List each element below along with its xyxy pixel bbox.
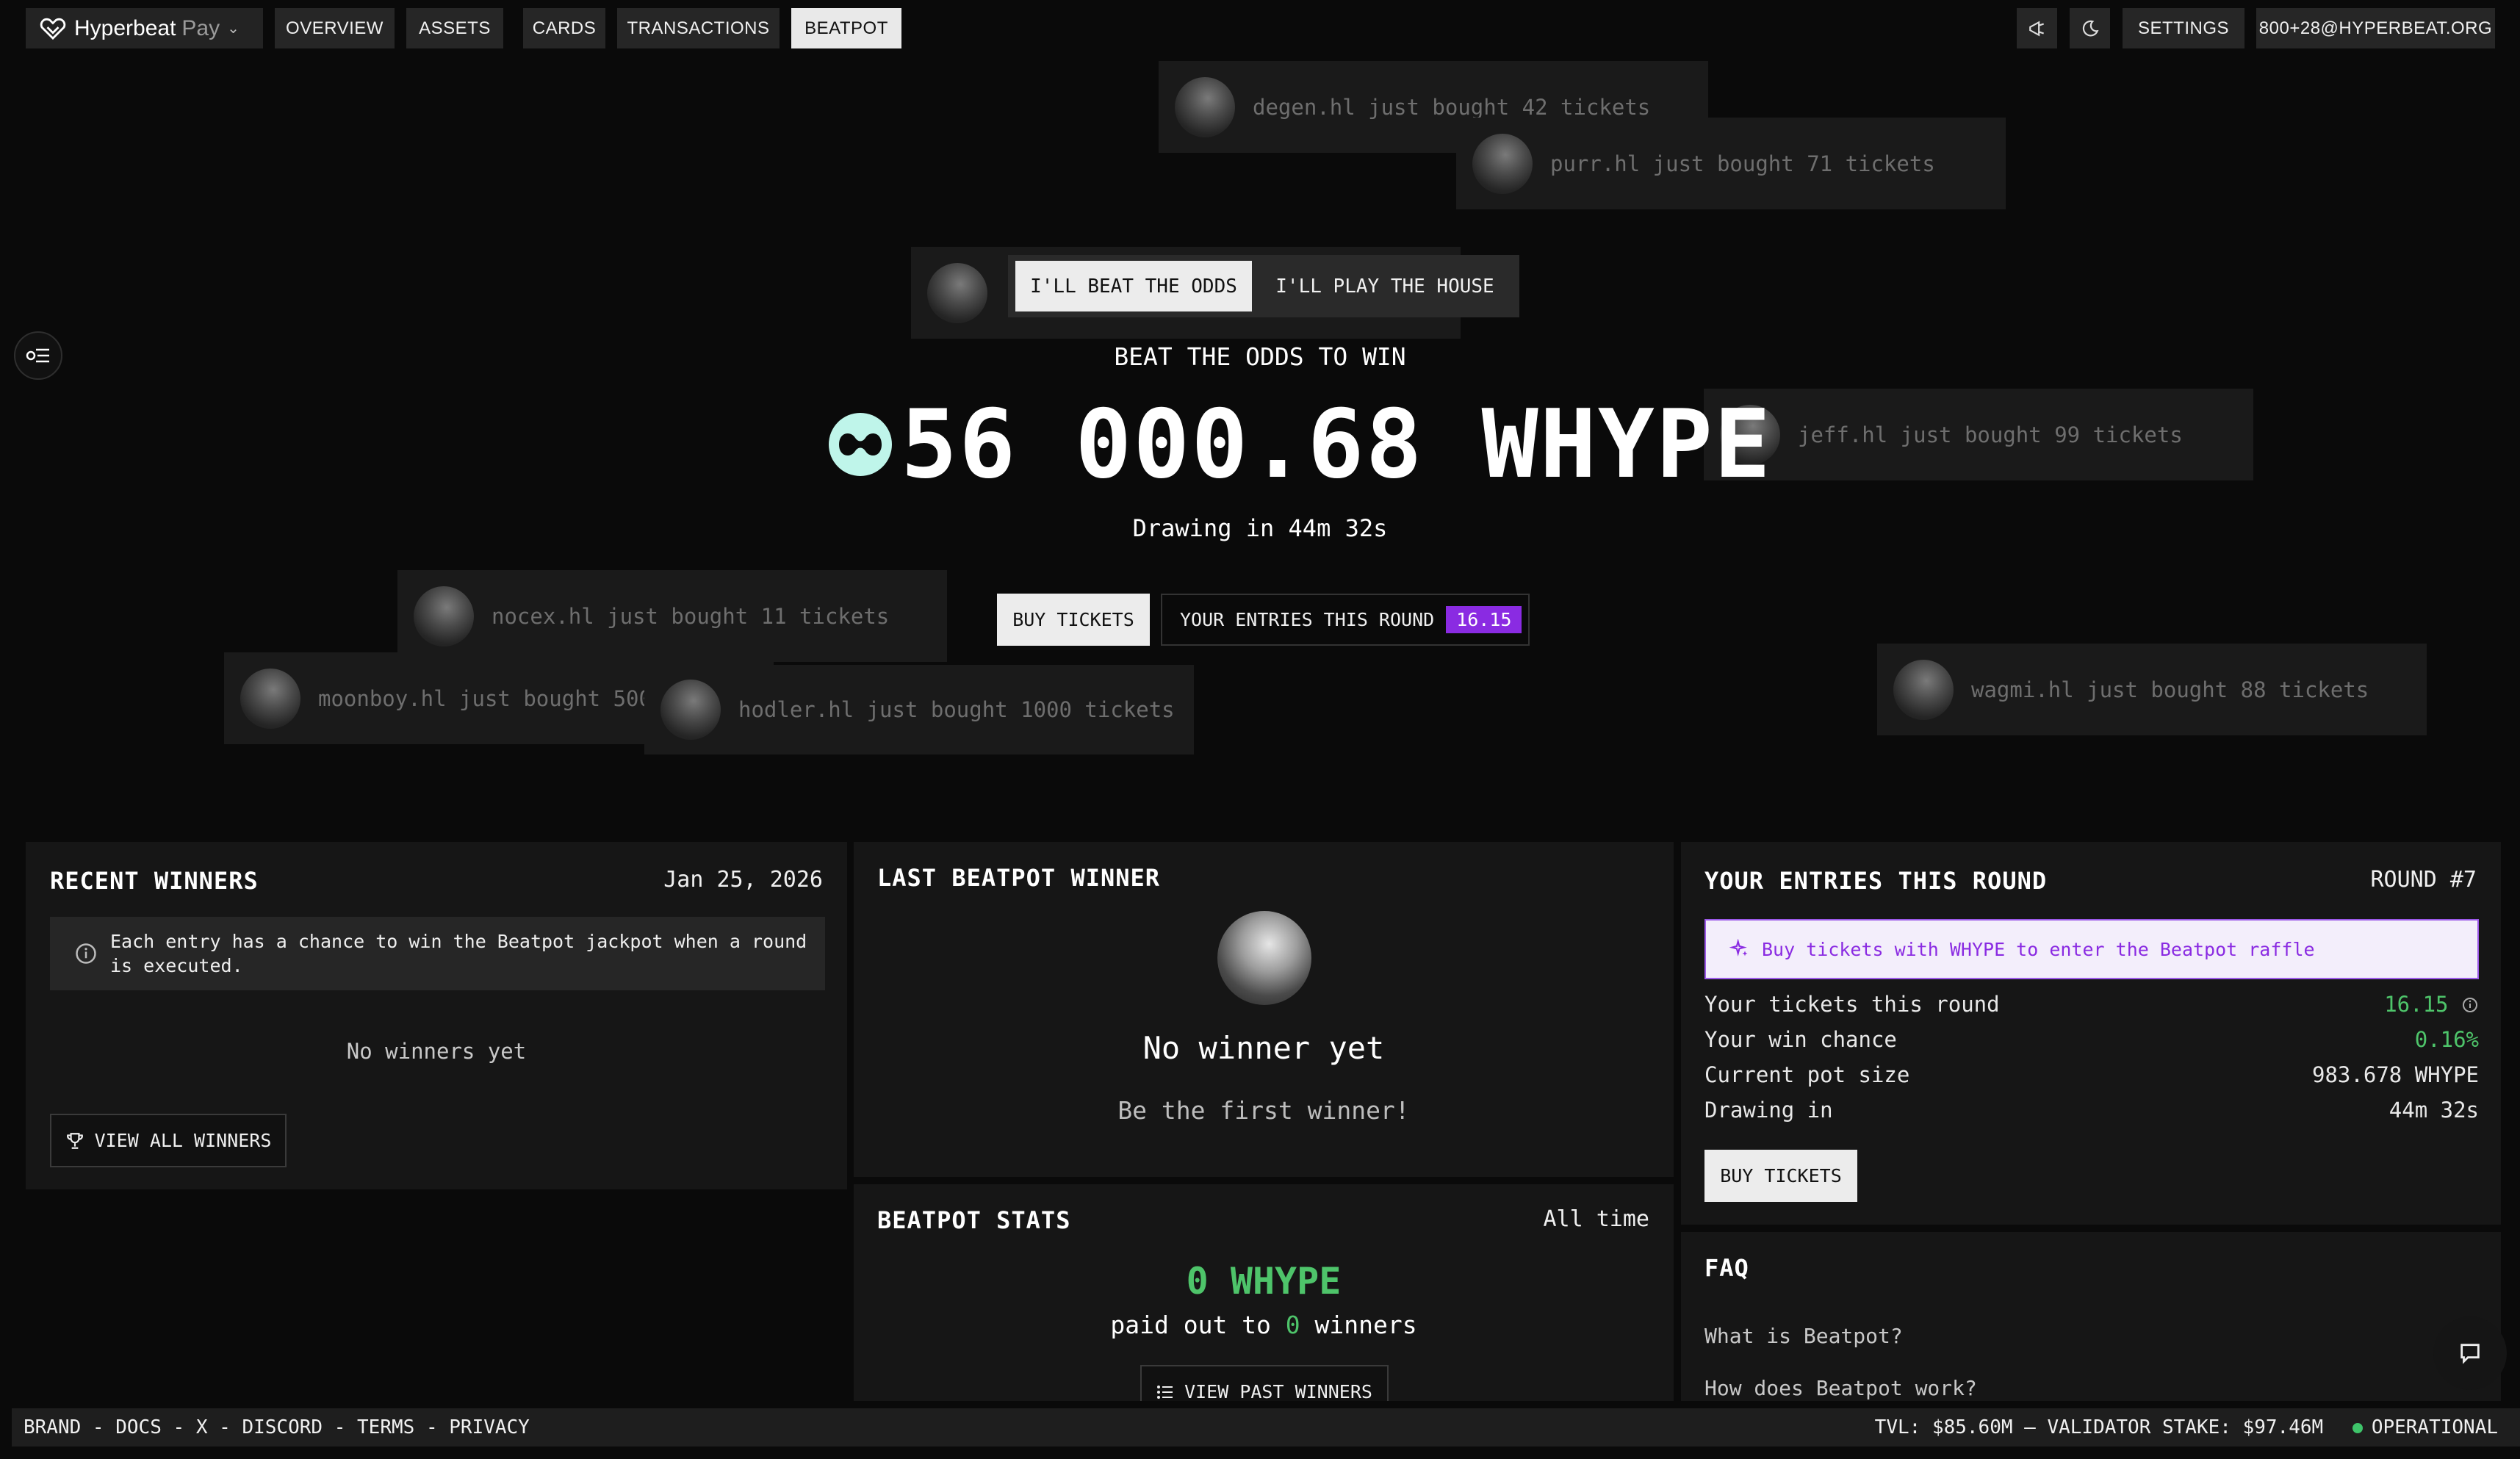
entries-row: Current pot size 983.678 WHYPE <box>1704 1062 2479 1087</box>
nav-transactions[interactable]: TRANSACTIONS <box>617 8 780 48</box>
chevron-down-icon: ⌄ <box>227 21 240 37</box>
footer-link-brand[interactable]: BRAND <box>24 1416 81 1438</box>
footer-link-discord[interactable]: DISCORD <box>242 1416 323 1438</box>
entries-badge: 16.15 <box>1446 606 1522 633</box>
entries-row: Drawing in 44m 32s <box>1704 1098 2479 1123</box>
trophy-icon <box>66 1132 83 1149</box>
brand-name: Hyperbeat <box>74 15 176 40</box>
entries-title: YOUR ENTRIES THIS ROUND <box>1704 867 2048 895</box>
avatar <box>240 668 300 729</box>
footer-links: BRAND - DOCS - X - DISCORD - TERMS - PRI… <box>24 1416 530 1438</box>
winner-sub: Be the first winner! <box>1117 1096 1410 1125</box>
your-entries-panel: YOUR ENTRIES THIS ROUND ROUND #7 Buy tic… <box>1681 842 2501 1225</box>
info-note: Each entry has a chance to win the Beatp… <box>50 917 825 990</box>
brand-switcher[interactable]: Hyperbeat Pay ⌄ <box>26 8 263 48</box>
announcement-icon[interactable] <box>2017 8 2057 48</box>
buy-tickets-button[interactable]: BUY TICKETS <box>997 594 1150 646</box>
nav-beatpot[interactable]: BEATPOT <box>791 8 901 48</box>
last-winner-panel: LAST BEATPOT WINNER No winner yet Be the… <box>854 842 1674 1177</box>
sparkle-icon <box>1729 939 1748 957</box>
status-dot-icon <box>2352 1423 2363 1433</box>
ticker-item: jeff.hl just bought 99 tickets <box>1704 389 2253 480</box>
stats-range: All time <box>1543 1206 1650 1232</box>
nav-overview[interactable]: OVERVIEW <box>275 8 395 48</box>
avatar <box>1893 659 1954 720</box>
hyperbeat-logo-icon <box>40 18 66 40</box>
view-past-winners-button[interactable]: VIEW PAST WINNERS <box>1140 1365 1389 1401</box>
account-button[interactable]: 800+28@HYPERBEAT.ORG <box>2256 8 2495 48</box>
info-icon <box>76 943 96 964</box>
entries-row: Your tickets this round 16.15 <box>1704 992 2479 1017</box>
operational-status: OPERATIONAL <box>2352 1416 2498 1438</box>
tvl-text: TVL: $85.60M — VALIDATOR STAKE: $97.46M <box>1874 1416 2324 1438</box>
no-winners-text: No winners yet <box>346 1039 527 1064</box>
top-nav: Hyperbeat Pay ⌄ OVERVIEW ASSETS CARDS TR… <box>0 0 2520 57</box>
faq-item[interactable]: How does Beatpot work? <box>1704 1376 1977 1400</box>
winner-name: No winner yet <box>1142 1030 1385 1066</box>
view-all-winners-button[interactable]: VIEW ALL WINNERS <box>50 1114 287 1167</box>
info-icon[interactable] <box>2461 996 2479 1014</box>
ticker-item: wagmi.hl just bought 88 tickets <box>1877 644 2427 735</box>
hype-token-icon <box>829 413 892 476</box>
recent-winners-date: Jan 25, 2026 <box>663 867 823 893</box>
stats-paid-line: paid out to 0 winners <box>1110 1311 1417 1339</box>
avatar <box>927 262 987 323</box>
beatpot-page: Hyperbeat Pay ⌄ OVERVIEW ASSETS CARDS TR… <box>0 0 2520 1459</box>
nav-assets[interactable]: ASSETS <box>406 8 503 48</box>
footer-link-x[interactable]: X <box>196 1416 208 1438</box>
beatpot-stats-panel: BEATPOT STATS All time 0 WHYPE paid out … <box>854 1184 1674 1401</box>
faq-panel: FAQ What is Beatpot? How does Beatpot wo… <box>1681 1232 2501 1401</box>
footer-status: TVL: $85.60M — VALIDATOR STAKE: $97.46M … <box>1875 1416 2498 1438</box>
faq-item[interactable]: What is Beatpot? <box>1704 1324 1903 1348</box>
footer-link-terms[interactable]: TERMS <box>357 1416 414 1438</box>
entries-summary: YOUR ENTRIES THIS ROUND 16.15 <box>1161 594 1530 646</box>
stats-title: BEATPOT STATS <box>877 1206 1071 1234</box>
nav-cards[interactable]: CARDS <box>523 8 605 48</box>
hero-label: BEAT THE ODDS TO WIN <box>1114 342 1406 371</box>
avatar <box>660 680 721 740</box>
list-icon <box>1157 1385 1173 1399</box>
jackpot-amount: 56 000.68 WHYPE <box>829 390 1772 500</box>
brand-sub: Pay <box>181 15 220 40</box>
avatar <box>414 586 474 646</box>
drawing-countdown: Drawing in 44m 32s <box>1132 514 1388 542</box>
buy-tickets-banner[interactable]: Buy tickets with WHYPE to enter the Beat… <box>1704 919 2479 979</box>
avatar <box>1472 133 1533 194</box>
faq-title: FAQ <box>1704 1254 1749 1282</box>
entries-row: Your win chance 0.16% <box>1704 1027 2479 1052</box>
avatar <box>1217 911 1311 1005</box>
ticker-item: nocex.hl just bought 11 tickets <box>397 570 947 662</box>
toggle-beat-odds[interactable]: I'LL BEAT THE ODDS <box>1015 261 1252 311</box>
footer-link-privacy[interactable]: PRIVACY <box>449 1416 530 1438</box>
footer: BRAND - DOCS - X - DISCORD - TERMS - PRI… <box>12 1408 2520 1447</box>
settings-button[interactable]: SETTINGS <box>2123 8 2244 48</box>
ticker-item: purr.hl just bought 71 tickets <box>1456 118 2006 209</box>
round-label: ROUND #7 <box>2370 867 2477 893</box>
theme-toggle-icon[interactable] <box>2070 8 2110 48</box>
mode-toggle: I'LL BEAT THE ODDS I'LL PLAY THE HOUSE <box>1008 255 1519 317</box>
footer-link-docs[interactable]: DOCS <box>115 1416 162 1438</box>
recent-winners-panel: RECENT WINNERS Jan 25, 2026 Each entry h… <box>26 842 847 1189</box>
chat-icon[interactable] <box>2433 1316 2507 1390</box>
ticker-item: hodler.hl just bought 1000 tickets <box>644 665 1194 754</box>
avatar <box>1175 76 1235 137</box>
toggle-play-house[interactable]: I'LL PLAY THE HOUSE <box>1258 261 1512 311</box>
last-winner-title: LAST BEATPOT WINNER <box>877 864 1161 892</box>
stats-amount: 0 WHYPE <box>1186 1260 1342 1303</box>
recent-winners-title: RECENT WINNERS <box>50 867 259 895</box>
entries-buy-tickets-button[interactable]: BUY TICKETS <box>1704 1150 1857 1202</box>
